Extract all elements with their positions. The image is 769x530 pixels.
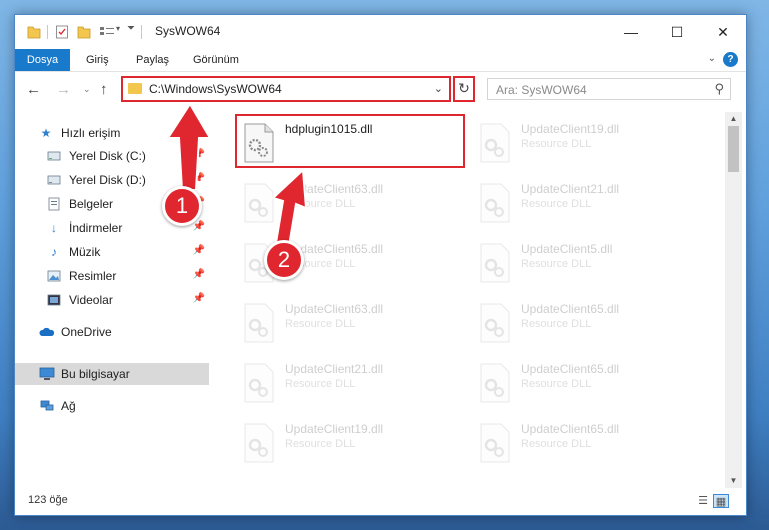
arrow-2 xyxy=(271,167,308,248)
step-1-badge: 1 xyxy=(162,186,202,226)
annotation-arrows xyxy=(166,102,308,248)
step-2-badge: 2 xyxy=(264,240,304,280)
arrow-1 xyxy=(166,102,212,191)
